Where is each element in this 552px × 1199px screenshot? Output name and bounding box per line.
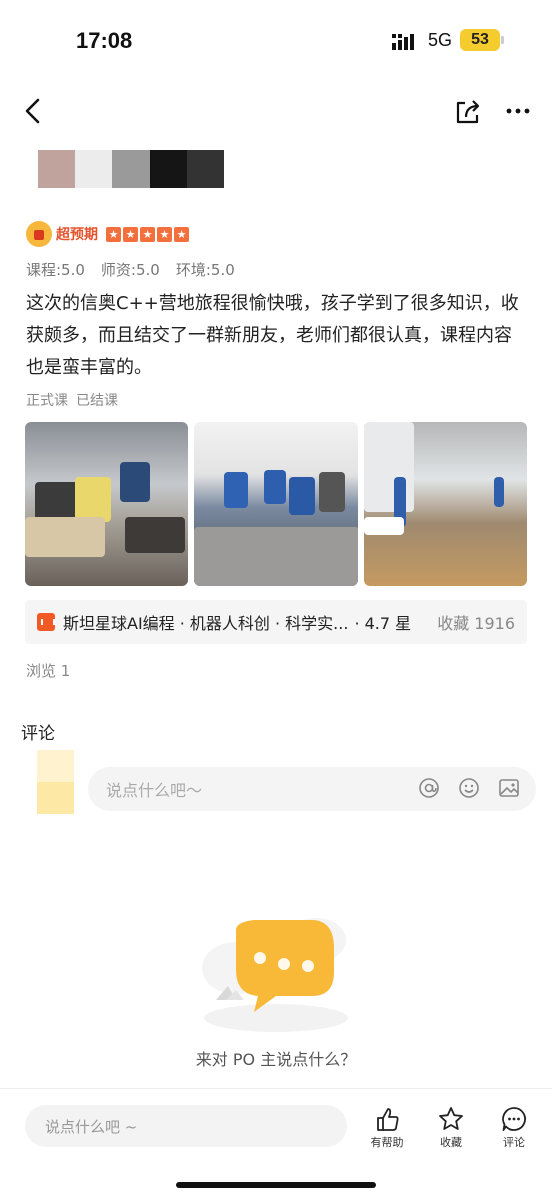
review-badge-row: 超预期 ★ ★ ★ ★ ★	[26, 220, 189, 248]
bottom-input-placeholder: 说点什么吧 ~	[45, 1117, 138, 1136]
crown-icon	[26, 221, 52, 247]
photo-gallery	[25, 422, 527, 586]
star-rating: ★ ★ ★ ★ ★	[106, 226, 189, 242]
shop-favorites: 收藏 1916	[437, 614, 515, 633]
chat-bubble-icon	[202, 918, 348, 1032]
bottom-comment-input[interactable]: 说点什么吧 ~	[25, 1105, 347, 1147]
avatar	[37, 750, 74, 814]
comment-button[interactable]: 评论	[491, 1105, 537, 1151]
review-tags: 正式课 已结课	[26, 390, 118, 410]
score-teacher: 师资:5.0	[100, 261, 160, 279]
score-course: 课程:5.0	[26, 261, 85, 279]
shop-icon	[37, 613, 55, 631]
network-type: 5G	[428, 30, 453, 50]
review-scores: 课程:5.0 师资:5.0 环境:5.0	[26, 259, 235, 280]
comment-input-placeholder: 说点什么吧～	[106, 781, 203, 800]
home-indicator[interactable]	[176, 1182, 376, 1188]
tag: 正式课	[26, 393, 68, 409]
comment-input[interactable]: 说点什么吧～	[88, 767, 536, 811]
emoji-icon[interactable]	[458, 777, 480, 799]
at-icon[interactable]	[418, 777, 440, 799]
comment-label: 评论	[503, 1136, 525, 1149]
star-icon: ★	[140, 226, 155, 242]
view-count: 浏览 1	[26, 662, 71, 680]
score-environment: 环境:5.0	[175, 261, 235, 279]
share-icon[interactable]	[454, 97, 482, 125]
empty-comments-text: 来对 PO 主说点什么？	[195, 1050, 357, 1069]
shop-card[interactable]: 斯坦星球AI编程 · 机器人科创 · 科学实... · 4.7 星 收藏 191…	[25, 600, 527, 644]
back-icon[interactable]	[22, 97, 46, 125]
more-icon[interactable]	[504, 97, 532, 125]
review-text: 这次的信奥C++营地旅程很愉快哦，孩子学到了很多知识，收获颇多，而且结交了一群新…	[26, 293, 519, 378]
image-icon[interactable]	[498, 777, 520, 799]
helpful-button[interactable]: 有帮助	[364, 1105, 410, 1151]
favorite-label: 收藏	[440, 1136, 462, 1149]
shop-rating: · 4.7 星	[354, 614, 412, 633]
user-info-blurred[interactable]	[38, 150, 225, 188]
thumbs-up-icon	[377, 1108, 399, 1131]
star-icon: ★	[123, 226, 138, 242]
signal-icon	[392, 34, 414, 50]
star-outline-icon	[439, 1107, 463, 1130]
status-time: 17:08	[76, 28, 133, 53]
helpful-label: 有帮助	[370, 1136, 404, 1149]
nav-bar	[0, 85, 552, 135]
star-icon: ★	[174, 226, 189, 242]
star-icon: ★	[157, 226, 172, 242]
review-photo[interactable]	[363, 422, 527, 586]
comments-title: 评论	[21, 724, 55, 744]
favorite-button[interactable]: 收藏	[428, 1105, 474, 1151]
review-photo[interactable]	[194, 422, 358, 586]
battery-level: 53	[460, 29, 504, 51]
tag: 已结课	[76, 393, 118, 409]
comment-icon	[502, 1107, 526, 1131]
review-photo[interactable]	[25, 422, 189, 586]
star-icon: ★	[106, 226, 121, 242]
shop-name: 斯坦星球AI编程 · 机器人科创 · 科学实...	[63, 614, 349, 633]
status-bar: 17:08 5G 53	[0, 0, 552, 80]
review-badge: 超预期	[56, 227, 98, 243]
